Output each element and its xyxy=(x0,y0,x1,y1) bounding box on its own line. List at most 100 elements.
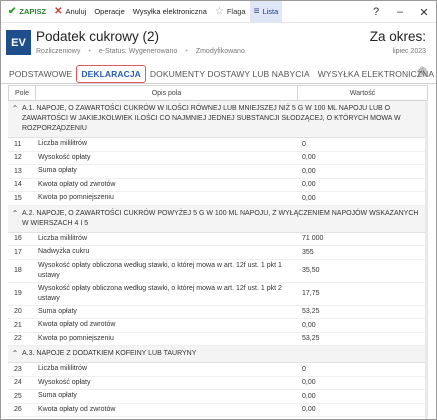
field-value[interactable]: 71 000 xyxy=(297,235,428,242)
table-row[interactable]: 12 Wysokość opłaty 0,00 xyxy=(8,152,428,165)
field-value[interactable]: 0,00 xyxy=(297,154,428,161)
status-modified: Zmodyfikowano xyxy=(195,48,245,55)
flag-star-icon: ☆ xyxy=(214,5,224,17)
close-window-button[interactable]: ✕ xyxy=(412,6,436,19)
operations-label: Operacje xyxy=(94,7,125,16)
tab-dokumenty-dostawy[interactable]: DOKUMENTY DOSTAWY LUB NABYCIA xyxy=(146,65,314,83)
field-description: Kwota opłaty od zwrotów xyxy=(38,405,116,413)
table-row[interactable]: 21 Kwota opłaty od zwrotów 0,00 xyxy=(8,319,428,333)
checkmark-icon: ✔ xyxy=(8,5,17,17)
field-number: 25 xyxy=(14,392,22,400)
period-value: lipiec 2023 xyxy=(392,48,426,55)
list-button[interactable]: ≡ Lista xyxy=(249,1,283,23)
list-icon: ≡ xyxy=(253,5,260,17)
paperclip-icon[interactable]: 🖇 xyxy=(416,67,429,78)
help-button[interactable]: ? xyxy=(364,6,388,18)
field-value[interactable]: 0,00 xyxy=(297,195,428,202)
table-row[interactable]: 19 Wysokość opłaty obliczona według stawk… xyxy=(8,283,428,306)
flag-button[interactable]: ☆ Flaga xyxy=(211,1,250,23)
document-header: EV Podatek cukrowy (2) Rozliczeniowy • e… xyxy=(1,23,436,63)
tab-deklaracja[interactable]: DEKLARACJA xyxy=(76,64,146,83)
field-number: 21 xyxy=(14,321,22,329)
tab-bar: PODSTAWOWE DEKLARACJA DOKUMENTY DOSTAWY … xyxy=(1,64,436,84)
field-description: Kwota po pomniejszeniu xyxy=(38,334,114,342)
field-number: 17 xyxy=(14,248,22,256)
table-row[interactable]: 26 Kwota opłaty od zwrotów 0,00 xyxy=(8,404,428,417)
table-row[interactable]: 11 Liczba mililitrów 0 xyxy=(8,138,428,152)
field-description: Kwota opłaty od zwrotów xyxy=(38,321,116,329)
chevron-up-icon[interactable]: ⌃ xyxy=(8,209,22,219)
save-label: ZAPISZ xyxy=(19,7,47,16)
table-row[interactable]: 23 Liczba mililitrów 0 xyxy=(8,363,428,377)
table-row[interactable]: 13 Suma opłaty 0,00 xyxy=(8,165,428,179)
save-button[interactable]: ✔ ZAPISZ xyxy=(4,1,50,23)
field-value[interactable]: 0,00 xyxy=(297,181,428,188)
field-value[interactable]: 53,25 xyxy=(297,308,428,315)
field-number: 19 xyxy=(14,290,22,297)
field-value[interactable]: 355 xyxy=(297,249,428,256)
chevron-up-icon[interactable]: ⌃ xyxy=(8,349,22,359)
field-value[interactable]: 53,25 xyxy=(297,335,428,342)
status-settlement: Rozliczeniowy xyxy=(36,48,81,55)
field-value[interactable]: 0,00 xyxy=(297,379,428,386)
field-value[interactable]: 0,00 xyxy=(297,322,428,329)
document-title: Podatek cukrowy (2) xyxy=(36,29,160,44)
field-number: 13 xyxy=(14,167,22,175)
vertical-scrollbar[interactable] xyxy=(425,101,428,419)
field-description: Nadwyżka cukru xyxy=(38,248,90,256)
section-header[interactable]: ⌃ A.2. NAPOJE, O ZAWARTOŚCI CUKRÓW POWYŻE… xyxy=(8,205,428,233)
section-title: A.2. NAPOJE, O ZAWARTOŚCI CUKRÓW POWYŻEJ… xyxy=(22,209,419,227)
declaration-window: ✔ ZAPISZ ✕ Anuluj Operacje Wysyłka elekt… xyxy=(0,0,437,420)
document-type-badge: EV xyxy=(6,30,31,55)
electronic-send-button[interactable]: Wysyłka elektroniczna xyxy=(129,1,211,23)
table-row[interactable]: 25 Suma opłaty 0,00 xyxy=(8,390,428,404)
field-value[interactable]: 0 xyxy=(297,366,428,373)
list-label: Lista xyxy=(262,7,279,16)
field-value[interactable]: 0,00 xyxy=(297,168,428,175)
field-value[interactable]: 35,50 xyxy=(297,267,428,274)
table-body: ⌃ A.1. NAPOJE, O ZAWARTOŚCI CUKRÓW W ILOŚ… xyxy=(8,101,428,419)
close-icon: ✕ xyxy=(54,5,63,17)
period-label: Za okres: xyxy=(369,29,426,44)
table-row[interactable]: 16 Liczba mililitrów 71 000 xyxy=(8,233,428,246)
field-description: Suma opłaty xyxy=(38,307,77,315)
field-number: 22 xyxy=(14,335,22,343)
toolbar: ✔ ZAPISZ ✕ Anuluj Operacje Wysyłka elekt… xyxy=(1,1,436,23)
tab-podstawowe[interactable]: PODSTAWOWE xyxy=(5,65,76,83)
field-value[interactable]: 17,75 xyxy=(297,290,428,297)
field-description: Wysokość opłaty xyxy=(38,153,91,161)
table-row[interactable]: 17 Nadwyżka cukru 355 xyxy=(8,246,428,260)
field-number: 12 xyxy=(14,154,22,162)
field-value[interactable]: 0,00 xyxy=(297,406,428,413)
section-header[interactable]: ⌃ A.3. NAPOJE Z DODATKIEM KOFEINY LUB TAU… xyxy=(8,346,428,363)
field-number: 26 xyxy=(14,406,22,414)
table-row[interactable]: 20 Suma opłaty 53,25 xyxy=(8,306,428,319)
table-row[interactable]: 24 Wysokość opłaty 0,00 xyxy=(8,377,428,390)
field-description: Wysokość opłaty xyxy=(38,378,91,386)
table-row[interactable]: 18 Wysokość opłaty obliczona według stawk… xyxy=(8,260,428,283)
field-description: Kwota opłaty od zwrotów xyxy=(38,180,116,188)
table-header: Pole Opis pola Wartość xyxy=(8,85,428,101)
field-number: 23 xyxy=(14,365,22,373)
field-description: Suma opłaty xyxy=(38,392,77,400)
field-description: Wysokość opłaty obliczona według stawki,… xyxy=(38,284,282,302)
separator-dot-icon: • xyxy=(185,48,188,55)
field-number: 16 xyxy=(14,235,22,243)
field-value[interactable]: 0,00 xyxy=(297,393,428,400)
separator-dot-icon: • xyxy=(88,48,91,55)
cancel-label: Anuluj xyxy=(65,7,87,16)
column-header-pole[interactable]: Pole xyxy=(9,86,36,100)
field-value[interactable]: 0 xyxy=(297,141,428,148)
field-number: 24 xyxy=(14,379,22,387)
column-header-opis[interactable]: Opis pola xyxy=(36,86,298,100)
field-number: 20 xyxy=(14,308,22,316)
table-row[interactable]: 22 Kwota po pomniejszeniu 53,25 xyxy=(8,333,428,346)
operations-button[interactable]: Operacje xyxy=(90,1,128,23)
section-header[interactable]: ⌃ A.1. NAPOJE, O ZAWARTOŚCI CUKRÓW W ILOŚ… xyxy=(8,101,428,138)
table-row[interactable]: 15 Kwota po pomniejszeniu 0,00 xyxy=(8,192,428,206)
table-row[interactable]: 14 Kwota opłaty od zwrotów 0,00 xyxy=(8,179,428,192)
chevron-up-icon[interactable]: ⌃ xyxy=(8,104,22,114)
cancel-button[interactable]: ✕ Anuluj xyxy=(50,1,90,23)
column-header-wartosc[interactable]: Wartość xyxy=(298,86,427,100)
minimize-button[interactable]: – xyxy=(388,6,412,18)
